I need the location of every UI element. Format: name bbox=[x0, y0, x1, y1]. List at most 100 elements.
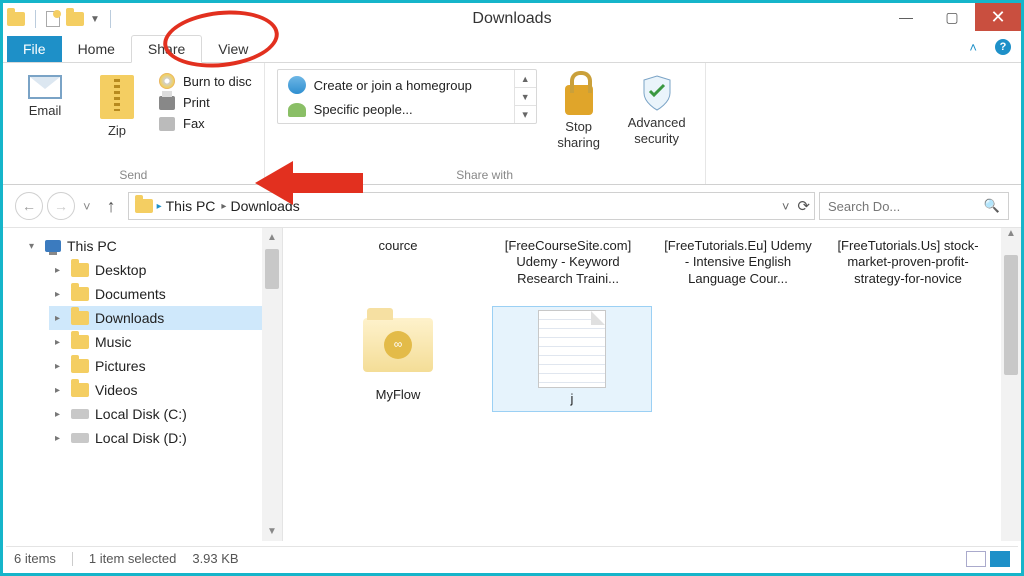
file-item[interactable]: ∞ MyFlow bbox=[323, 307, 473, 411]
tree-item-pictures[interactable]: ▸ Pictures bbox=[49, 354, 282, 378]
share-gallery[interactable]: Create or join a homegroup Specific peop… bbox=[277, 69, 537, 124]
nav-up-button[interactable]: ↑ bbox=[99, 196, 124, 217]
caret-down-icon[interactable]: ▾ bbox=[29, 241, 39, 252]
caret-right-icon[interactable]: ▸ bbox=[55, 289, 65, 300]
gallery-scroll[interactable]: ▲ ▼ ▾ bbox=[514, 70, 536, 123]
folder-icon bbox=[71, 311, 89, 325]
caret-right-icon[interactable]: ▸ bbox=[55, 313, 65, 324]
stop-sharing-button[interactable]: Stop sharing bbox=[549, 69, 609, 150]
file-name: [FreeTutorials.Us] stock-market-proven-p… bbox=[833, 238, 983, 287]
tab-file[interactable]: File bbox=[7, 36, 62, 62]
qat-dropdown-icon[interactable]: ▼ bbox=[90, 14, 100, 25]
specific-people-item[interactable]: Specific people... bbox=[284, 100, 508, 119]
folder-icon bbox=[71, 287, 89, 301]
tree-item-local-disk-d-[interactable]: ▸Local Disk (D:) bbox=[49, 426, 282, 450]
print-button[interactable]: Print bbox=[159, 95, 252, 110]
gallery-more-icon[interactable]: ▾ bbox=[515, 106, 536, 123]
refresh-icon[interactable]: ⟳ bbox=[797, 197, 810, 215]
scrollbar-thumb[interactable] bbox=[1004, 255, 1018, 375]
tree-item-label: Documents bbox=[95, 286, 166, 302]
folder-icon: ∞ bbox=[350, 307, 446, 383]
tree-item-music[interactable]: ▸Music bbox=[49, 330, 282, 354]
caret-right-icon[interactable]: ▸ bbox=[55, 385, 65, 396]
gallery-down-icon[interactable]: ▼ bbox=[515, 88, 536, 106]
open-folder-icon[interactable] bbox=[66, 12, 84, 26]
view-mode-switch[interactable] bbox=[966, 551, 1010, 567]
breadcrumb-current[interactable]: Downloads bbox=[230, 198, 299, 214]
breadcrumb-root[interactable]: This PC▸ bbox=[166, 198, 227, 214]
nav-back-button[interactable]: ← bbox=[15, 192, 43, 220]
caret-right-icon[interactable]: ▸ bbox=[55, 337, 65, 348]
file-item[interactable]: [FreeTutorials.Eu] Udemy - Intensive Eng… bbox=[663, 238, 813, 287]
tree-item-videos[interactable]: ▸ Videos bbox=[49, 378, 282, 402]
tree-item-downloads[interactable]: ▸ Downloads bbox=[49, 306, 282, 330]
ribbon-tabs: File Home Share View ˄ ? bbox=[3, 35, 1021, 63]
group-send: Email Zip Burn to disc Print Fax bbox=[3, 63, 265, 184]
tree-item-label: Videos bbox=[95, 382, 138, 398]
ribbon-share: Email Zip Burn to disc Print Fax bbox=[3, 63, 1021, 185]
address-bar[interactable]: ▸ This PC▸ Downloads ˅ ⟳ bbox=[128, 192, 815, 220]
folder-icon bbox=[71, 335, 89, 349]
burn-to-disc-button[interactable]: Burn to disc bbox=[159, 73, 252, 89]
window-controls: — ▢ ✕ bbox=[883, 3, 1021, 31]
tab-share[interactable]: Share bbox=[131, 35, 202, 63]
folder-icon bbox=[71, 263, 89, 277]
scroll-up-icon[interactable]: ▲ bbox=[1006, 228, 1016, 239]
window-title: Downloads bbox=[3, 10, 1021, 28]
filepane-scrollbar[interactable]: ▲ bbox=[1001, 228, 1021, 541]
scroll-up-icon[interactable]: ▲ bbox=[267, 232, 277, 243]
globe-icon bbox=[288, 76, 306, 94]
caret-right-icon[interactable]: ▸ bbox=[55, 433, 65, 444]
status-item-count: 6 items bbox=[14, 551, 56, 566]
tab-view[interactable]: View bbox=[202, 36, 264, 62]
advanced-security-button[interactable]: Advanced security bbox=[621, 69, 693, 146]
tab-home[interactable]: Home bbox=[62, 36, 131, 62]
quick-access-toolbar: ▼ bbox=[3, 10, 115, 28]
printer-icon bbox=[159, 96, 175, 110]
navpane-scrollbar[interactable]: ▲ ▼ bbox=[262, 228, 282, 541]
tree-item-documents[interactable]: ▸ Documents bbox=[49, 282, 282, 306]
file-name: cource bbox=[378, 238, 417, 254]
zip-button[interactable]: Zip bbox=[87, 69, 147, 139]
file-name: MyFlow bbox=[376, 387, 421, 403]
people-icon bbox=[288, 103, 306, 117]
close-button[interactable]: ✕ bbox=[975, 3, 1021, 31]
tree-item-label: Pictures bbox=[95, 358, 146, 374]
file-item[interactable]: [FreeTutorials.Us] stock-market-proven-p… bbox=[833, 238, 983, 287]
icons-view-icon[interactable] bbox=[990, 551, 1010, 567]
fax-icon bbox=[159, 117, 175, 131]
tree-item-label: Downloads bbox=[95, 310, 164, 326]
search-box[interactable]: Search Do... 🔍 bbox=[819, 192, 1009, 220]
address-dropdown-icon[interactable]: ˅ bbox=[782, 199, 790, 214]
file-item[interactable]: cource bbox=[323, 238, 473, 287]
tree-item-desktop[interactable]: ▸Desktop bbox=[49, 258, 282, 282]
scroll-down-icon[interactable]: ▼ bbox=[267, 526, 277, 537]
caret-right-icon[interactable]: ▸ bbox=[55, 409, 65, 420]
help-icon[interactable]: ? bbox=[995, 39, 1011, 55]
shield-icon bbox=[642, 75, 672, 111]
caret-right-icon[interactable]: ▸ bbox=[55, 265, 65, 276]
create-homegroup-item[interactable]: Create or join a homegroup bbox=[284, 74, 508, 96]
search-icon: 🔍 bbox=[984, 198, 1000, 214]
title-bar: ▼ Downloads — ▢ ✕ bbox=[3, 3, 1021, 35]
caret-right-icon[interactable]: ▸ bbox=[55, 361, 65, 372]
ribbon-collapse-icon[interactable]: ˄ bbox=[969, 40, 977, 55]
new-doc-icon[interactable] bbox=[46, 11, 60, 27]
maximize-button[interactable]: ▢ bbox=[929, 3, 975, 31]
nav-forward-button[interactable]: → bbox=[47, 192, 75, 220]
file-item[interactable]: [FreeCourseSite.com] Udemy - Keyword Res… bbox=[493, 238, 643, 287]
email-button[interactable]: Email bbox=[15, 69, 75, 119]
details-view-icon[interactable] bbox=[966, 551, 986, 567]
nav-history-dropdown[interactable]: ˅ bbox=[79, 199, 95, 214]
gallery-up-icon[interactable]: ▲ bbox=[515, 70, 536, 88]
pc-icon bbox=[45, 240, 61, 252]
group-label-send: Send bbox=[15, 164, 252, 182]
scrollbar-thumb[interactable] bbox=[265, 249, 279, 289]
file-item[interactable]: j bbox=[493, 307, 651, 411]
fax-button[interactable]: Fax bbox=[159, 116, 252, 131]
tree-item-local-disk-c-[interactable]: ▸Local Disk (C:) bbox=[49, 402, 282, 426]
file-pane[interactable]: cource [FreeCourseSite.com] Udemy - Keywo… bbox=[283, 228, 1021, 541]
minimize-button[interactable]: — bbox=[883, 3, 929, 31]
tree-this-pc[interactable]: ▾ This PC bbox=[23, 234, 282, 258]
navigation-pane[interactable]: ▾ This PC ▸Desktop▸Documents▸Downloads▸M… bbox=[3, 228, 283, 541]
